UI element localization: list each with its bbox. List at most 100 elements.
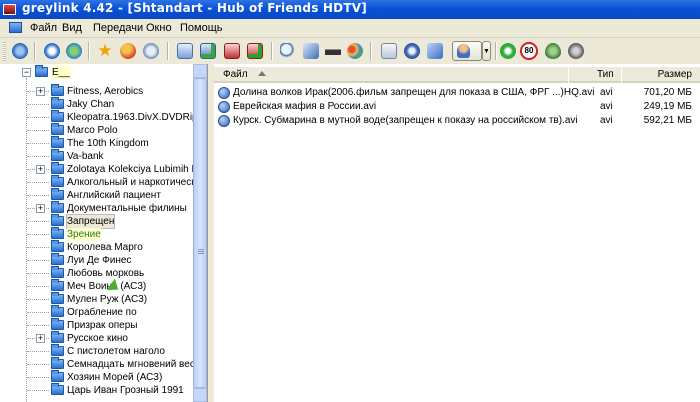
toolbar-separator — [271, 42, 273, 60]
toolbar-grip[interactable] — [3, 42, 6, 61]
tree-item[interactable]: Любовь морковь — [0, 266, 190, 280]
file-row[interactable]: Курск. Субмарина в мутной воде(запрещен … — [214, 114, 700, 128]
expand-icon[interactable]: + — [36, 165, 45, 174]
tree-item[interactable]: The 10th Kingdom — [0, 136, 190, 150]
file-row[interactable]: Еврейская мафия в России.avi avi 249,19 МБ — [214, 100, 700, 114]
tree-item-label: Царь Иван Грозный 1991 — [67, 385, 184, 396]
tree-branch-line — [27, 247, 49, 248]
tree-branch-line — [27, 325, 49, 326]
tree-item-label: Луи Де Финес — [67, 255, 132, 266]
sort-ascending-icon — [258, 71, 266, 76]
book-icon[interactable] — [427, 43, 443, 59]
tree-item[interactable]: + Русское кино — [0, 331, 190, 345]
folder-tree[interactable]: − E__ + Fitness, Aerobics Jaky Chan Kleopat… — [0, 64, 208, 402]
tree-root[interactable]: − E__ — [0, 65, 190, 79]
settings-icon[interactable] — [404, 43, 420, 59]
user-avatar-icon — [457, 44, 470, 58]
tree-item[interactable]: + Zolotaya Kolekciya Lubimih Multf — [0, 162, 207, 176]
tree-item[interactable]: С пистолетом наголо — [0, 344, 190, 358]
menu-view[interactable]: Вид — [62, 22, 82, 34]
download-icon[interactable] — [224, 43, 240, 59]
toolbar-separator — [167, 42, 169, 60]
column-header-type[interactable]: Тип — [569, 67, 621, 83]
folder-icon — [51, 201, 64, 213]
mdi-window-icon[interactable] — [9, 22, 22, 33]
column-header-name[interactable]: Файл — [214, 67, 568, 83]
expand-icon[interactable]: + — [36, 204, 45, 213]
network-icon[interactable] — [66, 43, 82, 59]
folder-icon — [51, 305, 64, 317]
tree-item[interactable]: Marco Polo — [0, 123, 190, 137]
speaker-icon[interactable] — [568, 43, 584, 59]
tree-item[interactable]: Семнадцать мгновений весны — [0, 357, 207, 371]
palette-icon[interactable] — [347, 43, 363, 59]
tree-item[interactable]: Призрак оперы — [0, 318, 190, 332]
favorites-icon[interactable]: ★ — [97, 42, 113, 59]
shield-icon[interactable] — [545, 43, 561, 59]
menu-window[interactable]: Окно — [146, 22, 172, 34]
tree-item-label: С пистолетом наголо — [67, 346, 165, 357]
expand-icon[interactable]: + — [36, 334, 45, 343]
column-header-size[interactable]: Размер — [622, 67, 700, 83]
notepad-icon[interactable] — [381, 43, 397, 59]
tree-item[interactable]: Ограбление по — [0, 305, 190, 319]
tree-scrollbar[interactable] — [193, 64, 207, 402]
user-dropdown-button[interactable]: ▼ — [482, 41, 491, 61]
tree-item[interactable]: + Fitness, Aerobics — [0, 84, 190, 98]
tree-item-label: Любовь морковь — [67, 268, 145, 279]
users-icon[interactable] — [120, 43, 136, 59]
scroll-down-button[interactable] — [193, 388, 207, 402]
tree-branch-line — [27, 182, 49, 183]
tree-item[interactable]: Запрещен — [0, 214, 190, 229]
expand-icon[interactable]: + — [36, 87, 45, 96]
tree-item[interactable]: Зрение — [0, 227, 190, 241]
tree-item[interactable]: Va-bank — [0, 149, 190, 163]
menu-file[interactable]: Файл — [30, 22, 57, 34]
hat-icon[interactable] — [325, 43, 341, 59]
power-icon[interactable] — [500, 43, 516, 59]
tree-item[interactable]: + Документальные филины — [0, 201, 190, 215]
folder-icon — [51, 136, 64, 148]
scroll-up-button[interactable] — [193, 64, 207, 78]
tree-item[interactable]: Царь Иван Грозный 1991 — [0, 383, 190, 397]
file-size: 249,19 МБ — [643, 101, 692, 112]
folder-icon — [51, 318, 64, 330]
tree-item-label: Zolotaya Kolekciya Lubimih Multf — [67, 164, 208, 175]
toolbar-separator — [495, 42, 497, 60]
tree-item[interactable]: Меч Воина (АС3) — [0, 279, 190, 293]
connect-icon[interactable] — [12, 43, 28, 59]
tree-branch-line — [27, 351, 49, 352]
tree-branch-line — [27, 260, 49, 261]
file-list[interactable]: Файл Тип Размер Долина волков Ирак(2006.… — [214, 64, 700, 402]
tree-item[interactable]: Хозяин Морей (АС3) — [0, 370, 190, 384]
tree-item[interactable]: Алкогольный и наркотически — [0, 175, 201, 189]
search-icon[interactable] — [280, 43, 296, 59]
collapse-icon[interactable]: − — [22, 68, 31, 77]
tree-item[interactable]: Английский пациент — [0, 188, 190, 202]
tree-item[interactable]: Kleopatra.1963.DivX.DVDRip — [0, 110, 198, 124]
tree-item[interactable]: Мулен Руж (АС3) — [0, 292, 190, 306]
menu-help[interactable]: Помощь — [180, 22, 223, 34]
refresh-icon[interactable] — [44, 43, 60, 59]
user-icon[interactable] — [452, 41, 482, 61]
download-ok-icon[interactable] — [247, 43, 263, 59]
folder-icon — [51, 149, 64, 161]
menu-transfers[interactable]: Передачи — [93, 22, 143, 34]
search-users-icon[interactable] — [143, 43, 159, 59]
tree-branch-line — [27, 364, 49, 365]
file-name: Еврейская мафия в России.avi — [233, 101, 377, 112]
tree-item-label: Королева Марго — [67, 242, 143, 253]
app-icon[interactable] — [3, 4, 16, 15]
limit-icon[interactable]: 80 — [520, 42, 538, 60]
queue-icon[interactable] — [177, 43, 193, 59]
scroll-thumb[interactable] — [193, 78, 207, 388]
spy-icon[interactable] — [303, 43, 319, 59]
folder-icon — [51, 97, 64, 109]
title-bar: greylink 4.42 - [Shtandart - Hub of Frie… — [0, 0, 700, 19]
queue-ok-icon[interactable] — [200, 43, 216, 59]
file-row[interactable]: Долина волков Ирак(2006.фильм запрещен д… — [214, 86, 700, 100]
tree-branch-line — [27, 312, 49, 313]
tree-item[interactable]: Луи Де Финес — [0, 253, 190, 267]
tree-item[interactable]: Королева Марго — [0, 240, 190, 254]
tree-item[interactable]: Jaky Chan — [0, 97, 190, 111]
